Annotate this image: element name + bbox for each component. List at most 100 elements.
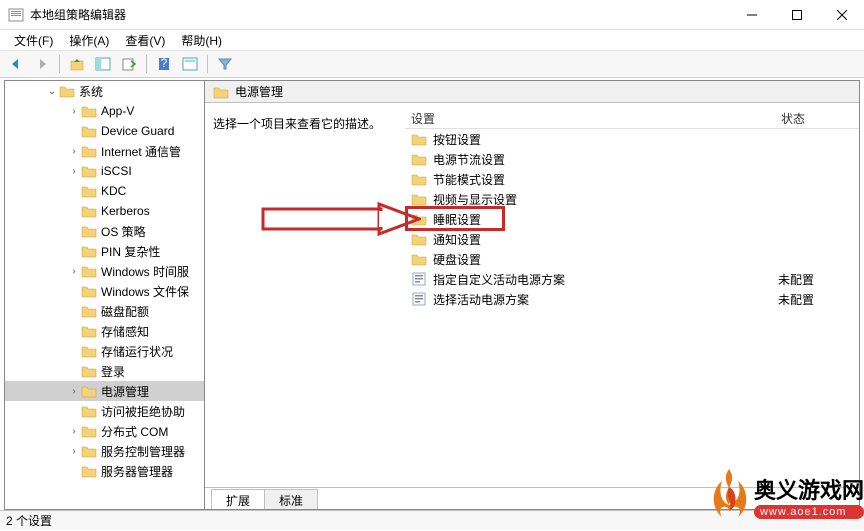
window-title: 本地组策略编辑器	[30, 6, 126, 23]
expander-icon[interactable]: ›	[67, 384, 81, 398]
tree-node[interactable]: Windows 文件保	[5, 281, 204, 301]
export-list-button[interactable]	[117, 53, 141, 75]
folder-icon	[411, 172, 427, 186]
close-button[interactable]	[819, 0, 864, 30]
folder-icon	[81, 124, 97, 138]
list-item[interactable]: 睡眠设置	[405, 209, 859, 229]
list-item-label: 视频与显示设置	[433, 191, 778, 208]
expander-icon[interactable]: ›	[67, 104, 81, 118]
tree-node[interactable]: › iSCSI	[5, 161, 204, 181]
tree-node[interactable]: Device Guard	[5, 121, 204, 141]
tree-node[interactable]: 存储感知	[5, 321, 204, 341]
tree-label: Kerberos	[101, 204, 150, 218]
filter-button[interactable]	[213, 53, 237, 75]
expander-icon[interactable]: ›	[67, 264, 81, 278]
tree-pane[interactable]: ⌄ 系统 ›App-VDevice Guard›Internet 通信管›iSC…	[5, 81, 205, 509]
forward-button[interactable]	[30, 53, 54, 75]
folder-icon	[81, 244, 97, 258]
folder-icon	[411, 152, 427, 166]
tree-node[interactable]: KDC	[5, 181, 204, 201]
tree-node[interactable]: › 电源管理	[5, 381, 204, 401]
menu-action[interactable]: 操作(A)	[63, 30, 115, 51]
expander-icon[interactable]: ›	[67, 144, 81, 158]
tree-label: Windows 时间服	[101, 263, 189, 280]
expander-icon[interactable]: ⌄	[45, 84, 59, 98]
svg-text:?: ?	[161, 57, 168, 70]
setting-icon	[411, 272, 427, 286]
show-hide-tree-button[interactable]	[91, 53, 115, 75]
list-item[interactable]: 视频与显示设置	[405, 189, 859, 209]
tree-node[interactable]: 访问被拒绝协助	[5, 401, 204, 421]
list-item-label: 节能模式设置	[433, 171, 778, 188]
list-item-label: 硬盘设置	[433, 251, 778, 268]
watermark-url: www.aoe1.com	[754, 505, 864, 519]
tree-label: 服务器管理器	[101, 463, 173, 480]
list-item[interactable]: 按钮设置	[405, 129, 859, 149]
folder-icon	[81, 304, 97, 318]
list-item[interactable]: 通知设置	[405, 229, 859, 249]
tree-node[interactable]: ›分布式 COM	[5, 421, 204, 441]
folder-icon	[81, 224, 97, 238]
tree-node[interactable]: ›Internet 通信管	[5, 141, 204, 161]
tree-node[interactable]: ›App-V	[5, 101, 204, 121]
detail-pane: 电源管理 选择一个项目来查看它的描述。 设置 状态 按钮设置电源节流设置节能模式…	[205, 81, 859, 509]
tree-label: 存储感知	[101, 323, 149, 340]
app-icon	[8, 7, 24, 23]
expander-icon[interactable]: ›	[67, 164, 81, 178]
folder-icon	[213, 85, 229, 99]
folder-icon	[81, 204, 97, 218]
list-item-label: 按钮设置	[433, 131, 778, 148]
folder-icon	[81, 424, 97, 438]
tab-standard[interactable]: 标准	[264, 489, 318, 509]
folder-icon	[81, 464, 97, 478]
help-button[interactable]: ?	[152, 53, 176, 75]
expander-icon[interactable]: ›	[67, 424, 81, 438]
list-item[interactable]: 指定自定义活动电源方案未配置	[405, 269, 859, 289]
tree-node-root[interactable]: ⌄ 系统	[5, 81, 204, 101]
detail-header: 电源管理	[205, 81, 859, 103]
description-pane: 选择一个项目来查看它的描述。	[205, 103, 405, 487]
menu-help[interactable]: 帮助(H)	[175, 30, 228, 51]
folder-icon	[81, 164, 97, 178]
column-headers: 设置 状态	[405, 107, 859, 129]
list-item[interactable]: 选择活动电源方案未配置	[405, 289, 859, 309]
minimize-button[interactable]	[729, 0, 774, 30]
col-setting[interactable]: 设置	[405, 107, 775, 128]
tree-node[interactable]: 登录	[5, 361, 204, 381]
up-button[interactable]	[65, 53, 89, 75]
watermark: 奥义游戏网 www.aoe1.com	[708, 467, 864, 525]
tree-label: 登录	[101, 363, 125, 380]
tree-node[interactable]: › Windows 时间服	[5, 261, 204, 281]
description-text: 选择一个项目来查看它的描述。	[213, 117, 381, 131]
list-item[interactable]: 硬盘设置	[405, 249, 859, 269]
tree-node[interactable]: 服务器管理器	[5, 461, 204, 481]
menubar: 文件(F) 操作(A) 查看(V) 帮助(H)	[0, 30, 864, 50]
list-item-label: 电源节流设置	[433, 151, 778, 168]
tree-node[interactable]: PIN 复杂性	[5, 241, 204, 261]
list-item-label: 选择活动电源方案	[433, 291, 778, 308]
tree-label: 电源管理	[101, 383, 149, 400]
properties-button[interactable]	[178, 53, 202, 75]
flame-icon	[708, 467, 750, 525]
tree-label: iSCSI	[101, 164, 132, 178]
list-item[interactable]: 电源节流设置	[405, 149, 859, 169]
tree-label: 存储运行状况	[101, 343, 173, 360]
tree-node[interactable]: 磁盘配额	[5, 301, 204, 321]
list-item[interactable]: 节能模式设置	[405, 169, 859, 189]
tree-node[interactable]: Kerberos	[5, 201, 204, 221]
list-item-status: 未配置	[778, 291, 814, 308]
col-status[interactable]: 状态	[775, 107, 859, 128]
menu-view[interactable]: 查看(V)	[119, 30, 171, 51]
tab-extended[interactable]: 扩展	[211, 489, 265, 509]
expander-icon[interactable]: ›	[67, 444, 81, 458]
folder-icon	[411, 192, 427, 206]
menu-file[interactable]: 文件(F)	[8, 30, 59, 51]
tree-node[interactable]: ›服务控制管理器	[5, 441, 204, 461]
main-area: ⌄ 系统 ›App-VDevice Guard›Internet 通信管›iSC…	[4, 80, 860, 510]
maximize-button[interactable]	[774, 0, 819, 30]
back-button[interactable]	[4, 53, 28, 75]
tree-node[interactable]: 存储运行状况	[5, 341, 204, 361]
window-titlebar: 本地组策略编辑器	[0, 0, 864, 30]
tree-node[interactable]: OS 策略	[5, 221, 204, 241]
folder-icon	[81, 184, 97, 198]
